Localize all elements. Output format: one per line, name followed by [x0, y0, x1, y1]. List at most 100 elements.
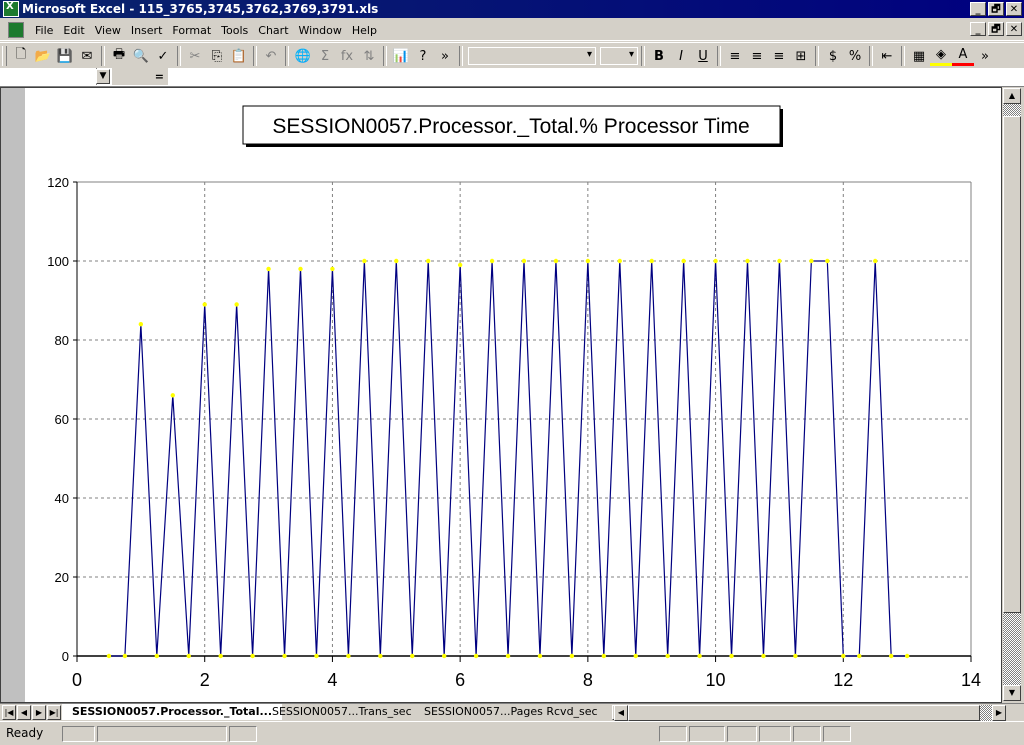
scroll-track-top[interactable]	[1003, 104, 1021, 116]
data-point[interactable]	[250, 653, 255, 659]
restore-button[interactable]: 🗗	[988, 2, 1004, 16]
data-point[interactable]	[138, 322, 144, 327]
spelling-icon[interactable]: ✓	[152, 45, 174, 67]
workbook-close-button[interactable]: ✕	[1006, 22, 1022, 36]
data-point[interactable]	[266, 266, 271, 272]
currency-icon[interactable]: $	[822, 45, 844, 67]
font-name-select[interactable]	[468, 47, 596, 65]
name-box-dropdown[interactable]: ▼	[96, 69, 110, 84]
next-sheet-button[interactable]: ▶	[32, 705, 46, 720]
borders-icon[interactable]: ▦	[908, 45, 930, 67]
series-processor-time[interactable]	[108, 260, 908, 657]
data-point[interactable]	[202, 302, 207, 307]
data-point[interactable]	[394, 258, 399, 264]
prev-sheet-button[interactable]: ◀	[17, 705, 31, 720]
first-sheet-button[interactable]: |◀	[2, 705, 16, 720]
close-button[interactable]: ✕	[1006, 2, 1022, 16]
cut-icon[interactable]: ✂	[184, 45, 206, 67]
data-point[interactable]	[122, 653, 128, 659]
data-point[interactable]	[505, 653, 511, 659]
print-icon[interactable]: 🖶	[108, 45, 130, 67]
data-point[interactable]	[585, 258, 591, 264]
data-point[interactable]	[761, 653, 766, 659]
data-point[interactable]	[697, 653, 702, 659]
chart-area[interactable]: 0 20 40 60 80 100 120 0 2 4 6 8 10 12 14 SESSION0057.P…	[25, 88, 1001, 702]
scroll-up-button[interactable]: ▲	[1003, 88, 1021, 104]
horizontal-scroll-thumb[interactable]	[980, 705, 992, 721]
data-point[interactable]	[713, 258, 718, 264]
data-point[interactable]	[457, 262, 463, 268]
data-point[interactable]	[537, 653, 543, 659]
scroll-down-button[interactable]: ▼	[1003, 685, 1021, 701]
data-point[interactable]	[489, 258, 495, 264]
scroll-left-button[interactable]: ◀	[614, 705, 628, 721]
menu-insert[interactable]: Insert	[126, 24, 168, 37]
sheet-tab-pages-rcvd-sec[interactable]: SESSION0057...Pages Rcvd_sec	[414, 704, 608, 720]
font-color-icon[interactable]: A	[952, 46, 974, 66]
formula-input[interactable]	[170, 68, 1024, 85]
menu-format[interactable]: Format	[167, 24, 216, 37]
fill-color-icon[interactable]: ◈	[930, 46, 952, 66]
chart-title-box[interactable]: SESSION0057.Processor._Total.% Processor…	[242, 105, 783, 147]
menu-help[interactable]: Help	[347, 24, 382, 37]
help-icon[interactable]: ?	[412, 45, 434, 67]
menu-chart[interactable]: Chart	[253, 24, 293, 37]
data-point[interactable]	[473, 653, 479, 659]
font-size-select[interactable]	[600, 47, 638, 65]
data-point[interactable]	[441, 653, 447, 659]
data-point[interactable]	[745, 258, 750, 264]
data-point[interactable]	[649, 258, 654, 264]
data-point[interactable]	[569, 653, 575, 659]
align-center-icon[interactable]: ≡	[746, 45, 768, 67]
hyperlink-icon[interactable]: 🌐	[292, 45, 314, 67]
data-point[interactable]	[362, 258, 367, 264]
data-point[interactable]	[777, 258, 782, 264]
workbook-restore-button[interactable]: 🗗	[988, 22, 1004, 36]
data-point[interactable]	[426, 258, 431, 264]
toolbar-grip[interactable]	[2, 46, 7, 66]
vertical-scroll-thumb[interactable]	[1003, 116, 1021, 613]
data-point[interactable]	[857, 653, 862, 659]
print-preview-icon[interactable]: 🔍	[130, 45, 152, 67]
open-icon[interactable]: 📂	[32, 45, 54, 67]
email-icon[interactable]: ✉	[76, 45, 98, 67]
data-point[interactable]	[170, 393, 175, 398]
series-line[interactable]	[108, 260, 908, 657]
data-point[interactable]	[330, 266, 335, 272]
align-left-icon[interactable]: ≡	[724, 45, 746, 67]
data-point[interactable]	[681, 258, 686, 264]
align-right-icon[interactable]: ≡	[768, 45, 790, 67]
data-point[interactable]	[282, 653, 287, 659]
copy-icon[interactable]: ⎘	[206, 45, 228, 67]
data-point[interactable]	[521, 258, 527, 264]
autosum-icon[interactable]: Σ	[314, 45, 336, 67]
data-point[interactable]	[793, 653, 798, 659]
workbook-minimize-button[interactable]: _	[970, 22, 986, 36]
underline-icon[interactable]: U	[692, 45, 714, 67]
data-point[interactable]	[553, 258, 559, 264]
data-point[interactable]	[154, 653, 160, 659]
menu-view[interactable]: View	[90, 24, 126, 37]
data-point[interactable]	[904, 653, 910, 659]
new-icon[interactable]: 🗋	[10, 45, 32, 67]
more-icon[interactable]: »	[434, 45, 456, 67]
decrease-indent-icon[interactable]: ⇤	[876, 45, 898, 67]
undo-icon[interactable]: ↶	[260, 45, 282, 67]
sort-ascending-icon[interactable]: ⇅	[358, 45, 380, 67]
data-point[interactable]	[873, 258, 878, 264]
data-point[interactable]	[809, 258, 814, 264]
data-point[interactable]	[841, 653, 846, 659]
data-point[interactable]	[378, 653, 383, 659]
data-point[interactable]	[633, 653, 638, 659]
data-point[interactable]	[888, 653, 894, 659]
data-point[interactable]	[298, 266, 303, 272]
data-point[interactable]	[825, 258, 830, 264]
menu-file[interactable]: File	[30, 24, 58, 37]
data-point[interactable]	[665, 653, 670, 659]
minimize-button[interactable]: _	[970, 2, 986, 16]
data-point[interactable]	[346, 653, 351, 659]
data-point[interactable]	[218, 653, 223, 659]
merge-center-icon[interactable]: ⊞	[790, 45, 812, 67]
bold-icon[interactable]: B	[648, 45, 670, 67]
chart-wizard-icon[interactable]: 📊	[390, 45, 412, 67]
